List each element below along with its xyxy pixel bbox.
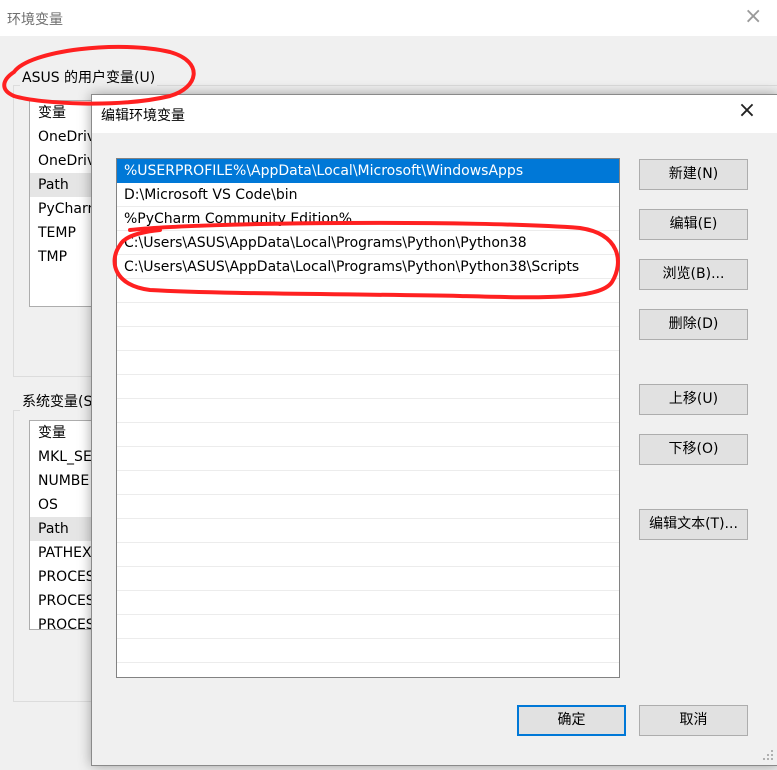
- path-entry-empty[interactable]: [117, 375, 619, 399]
- path-entry-empty[interactable]: [117, 279, 619, 303]
- path-entry[interactable]: C:\Users\ASUS\AppData\Local\Programs\Pyt…: [117, 255, 619, 279]
- edit-environment-variable-dialog: 编辑环境变量 × %USERPROFILE%\AppData\Local\Mic…: [91, 94, 777, 766]
- window-close-icon[interactable]: ×: [744, 4, 762, 30]
- path-entry-empty[interactable]: [117, 615, 619, 639]
- move-up-button[interactable]: 上移(U): [639, 384, 748, 415]
- system-variables-label: 系统变量(S): [20, 391, 100, 411]
- path-entry-empty[interactable]: [117, 423, 619, 447]
- dialog-titlebar[interactable]: 编辑环境变量 ×: [92, 95, 777, 133]
- path-entry-empty[interactable]: [117, 591, 619, 615]
- path-entry-empty[interactable]: [117, 447, 619, 471]
- path-entries-list[interactable]: %USERPROFILE%\AppData\Local\Microsoft\Wi…: [116, 158, 620, 678]
- edit-button[interactable]: 编辑(E): [639, 209, 748, 240]
- path-entry[interactable]: %PyCharm Community Edition%: [117, 207, 619, 231]
- move-down-button[interactable]: 下移(O): [639, 434, 748, 465]
- window-titlebar: 环境变量 ×: [0, 0, 777, 36]
- path-entry-empty[interactable]: [117, 399, 619, 423]
- path-entry-empty[interactable]: [117, 471, 619, 495]
- path-entry-empty[interactable]: [117, 567, 619, 591]
- resize-grip-icon[interactable]: [762, 749, 774, 761]
- user-variables-label: ASUS 的用户变量(U): [20, 67, 158, 87]
- window-title: 环境变量: [7, 12, 63, 28]
- path-entry-selected[interactable]: %USERPROFILE%\AppData\Local\Microsoft\Wi…: [117, 159, 619, 183]
- ok-button[interactable]: 确定: [517, 705, 626, 736]
- path-entry-empty[interactable]: [117, 519, 619, 543]
- path-entry[interactable]: D:\Microsoft VS Code\bin: [117, 183, 619, 207]
- path-entry[interactable]: C:\Users\ASUS\AppData\Local\Programs\Pyt…: [117, 231, 619, 255]
- delete-button[interactable]: 删除(D): [639, 309, 748, 340]
- new-button[interactable]: 新建(N): [639, 159, 748, 190]
- path-entry-empty[interactable]: [117, 351, 619, 375]
- path-entry-empty[interactable]: [117, 639, 619, 663]
- path-entry-empty[interactable]: [117, 303, 619, 327]
- path-entry-empty[interactable]: [117, 543, 619, 567]
- cancel-button[interactable]: 取消: [639, 705, 748, 736]
- browse-button[interactable]: 浏览(B)...: [639, 259, 748, 290]
- dialog-close-icon[interactable]: ×: [736, 100, 758, 122]
- dialog-title: 编辑环境变量: [101, 108, 185, 124]
- path-entry-empty[interactable]: [117, 495, 619, 519]
- edit-text-button[interactable]: 编辑文本(T)...: [639, 509, 748, 540]
- path-entry-empty[interactable]: [117, 327, 619, 351]
